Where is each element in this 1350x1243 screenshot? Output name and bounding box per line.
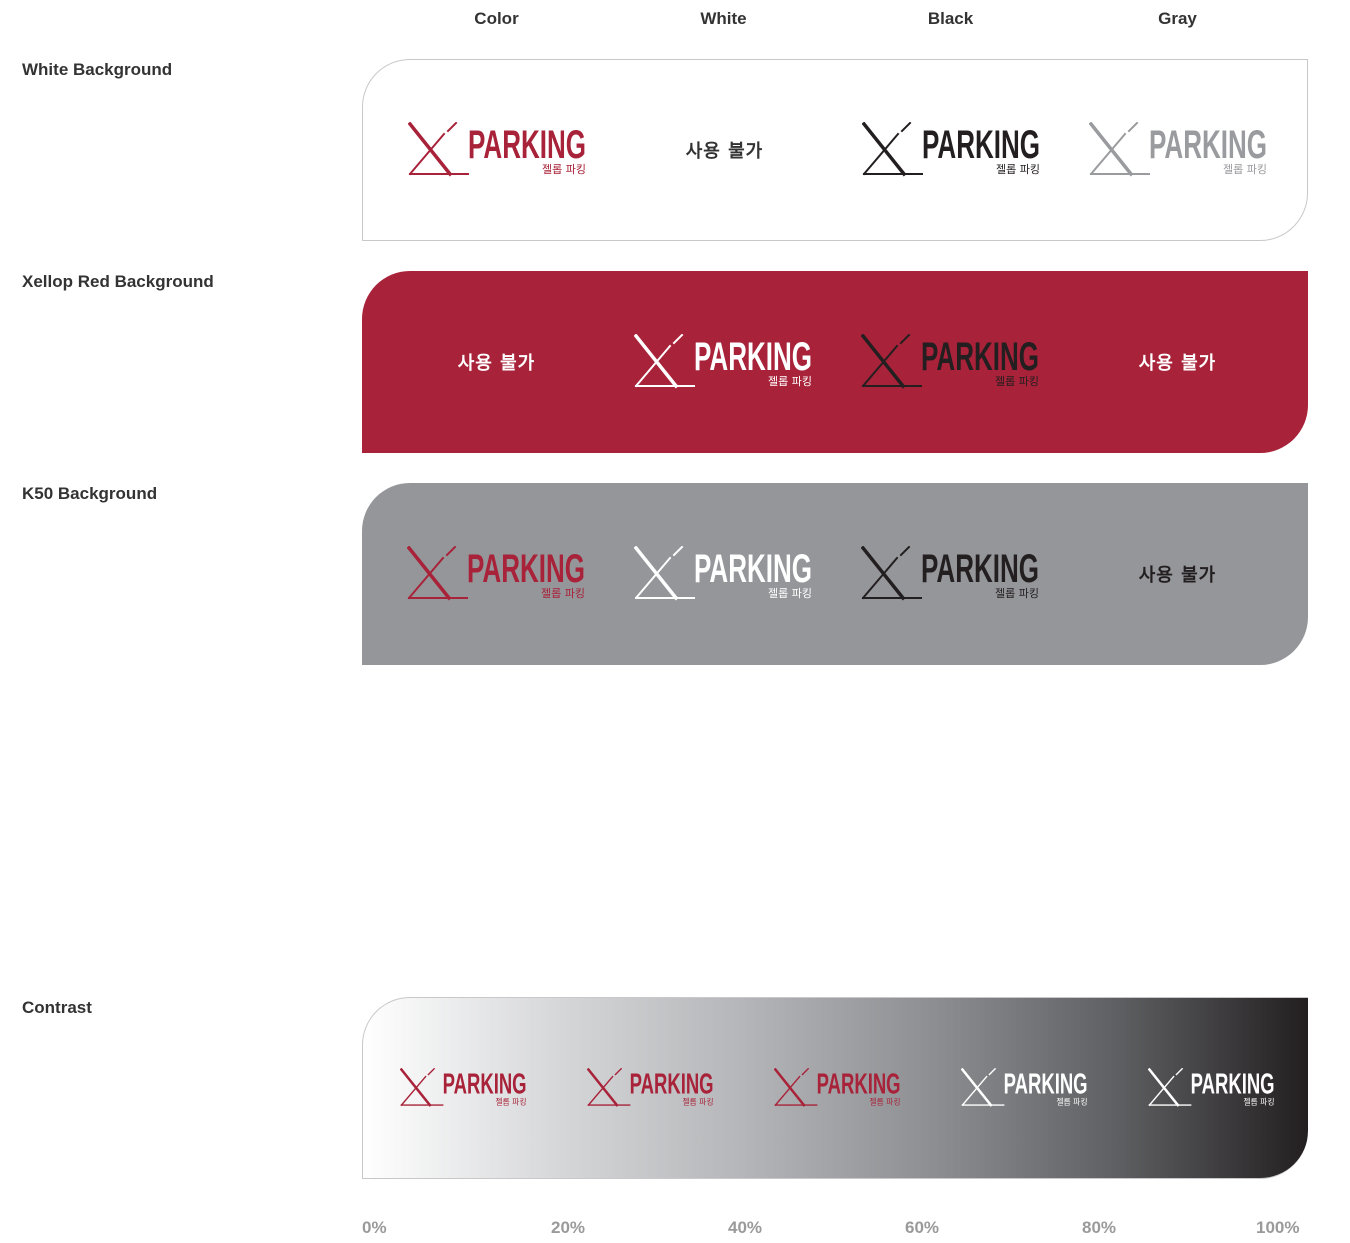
contrast-tick-80: 80%	[1082, 1218, 1117, 1237]
xparking-logo-icon: PARKING젤롭 파킹	[860, 334, 1039, 389]
logo-korean-subtitle: 젤롭 파킹	[1056, 1096, 1087, 1106]
logo-korean-subtitle: 젤롭 파킹	[869, 1096, 900, 1106]
logo-cell-white: PARKING 젤롭 파킹	[610, 483, 837, 665]
not-available-label: 사용 불가	[457, 353, 536, 374]
logo-korean-subtitle: 젤롭 파킹	[995, 587, 1039, 600]
column-header-white: White	[700, 9, 747, 28]
xparking-logo-icon: PARKING젤롭 파킹	[633, 334, 812, 389]
row-label-white-background: White Background	[22, 60, 173, 79]
logo-cell-white: 사용 불가	[611, 60, 838, 240]
xparking-logo-icon: PARKING젤롭 파킹	[860, 546, 1039, 601]
logo-wordmark: PARKING	[1149, 123, 1267, 167]
xparking-logo-icon: PARKING젤롭 파킹	[407, 122, 586, 177]
row-label-k50-background: K50 Background	[22, 484, 158, 503]
contrast-logo-cell: PARKING 젤롭 파킹	[399, 998, 529, 1178]
logo-cell-black: PARKING 젤롭 파킹	[837, 271, 1064, 453]
panel-white-background: PARKING 젤롭 파킹 사용 불가 PARKING 젤롭 파킹 PARKING 젤롭 파…	[362, 59, 1308, 241]
logo-wordmark: PARKING	[694, 335, 812, 379]
contrast-tick-40: 40%	[728, 1218, 763, 1237]
logo-korean-subtitle: 젤롭 파킹	[768, 587, 812, 600]
contrast-tick-0: 0%	[362, 1218, 387, 1237]
logo-wordmark: PARKING	[443, 1069, 527, 1101]
logo-cell-color: PARKING 젤롭 파킹	[384, 60, 611, 240]
logo-wordmark: PARKING	[1191, 1069, 1275, 1101]
logo-wordmark: PARKING	[630, 1069, 714, 1101]
logo-wordmark: PARKING	[1004, 1069, 1088, 1101]
xparking-logo-icon: PARKING젤롭 파킹	[1148, 1068, 1275, 1107]
contrast-logo-cell: PARKING 젤롭 파킹	[586, 998, 716, 1178]
logo-wordmark: PARKING	[921, 547, 1039, 591]
logo-cell-gray: 사용 불가	[1064, 483, 1291, 665]
logo-cell-white: PARKING 젤롭 파킹	[610, 271, 837, 453]
logo-cell-gray: 사용 불가	[1064, 271, 1291, 453]
xparking-logo-icon: PARKING젤롭 파킹	[861, 122, 1040, 177]
logo-korean-subtitle: 젤롭 파킹	[542, 163, 586, 176]
logo-cell-black: PARKING 젤롭 파킹	[838, 60, 1065, 240]
logo-korean-subtitle: 젤롭 파킹	[995, 375, 1039, 388]
row-label-contrast: Contrast	[22, 998, 92, 1017]
logo-cell-gray: PARKING 젤롭 파킹	[1065, 60, 1292, 240]
contrast-tick-100: 100%	[1256, 1218, 1300, 1237]
logo-korean-subtitle: 젤롭 파킹	[1243, 1096, 1274, 1106]
not-available-label: 사용 불가	[1138, 565, 1217, 586]
logo-wordmark: PARKING	[922, 123, 1040, 167]
xparking-logo-icon: PARKING젤롭 파킹	[774, 1068, 901, 1107]
xparking-logo-icon: PARKING젤롭 파킹	[633, 546, 812, 601]
logo-korean-subtitle: 젤롭 파킹	[1223, 163, 1267, 176]
panel-contrast-gradient: PARKING 젤롭 파킹 PARKING 젤롭 파킹 PARKING 젤롭 파킹 PARK…	[362, 997, 1308, 1179]
xparking-logo-icon: PARKING젤롭 파킹	[406, 546, 585, 601]
contrast-logo-cell: PARKING 젤롭 파킹	[1147, 998, 1277, 1178]
column-header-gray: Gray	[1158, 9, 1197, 28]
logo-wordmark: PARKING	[467, 547, 585, 591]
row-label-red-background: Xellop Red Background	[22, 272, 214, 291]
panel-k50-background: PARKING 젤롭 파킹 PARKING 젤롭 파킹 PARKING 젤롭 파킹 사용 불…	[362, 483, 1308, 665]
logo-korean-subtitle: 젤롭 파킹	[996, 163, 1040, 176]
xparking-logo-icon: PARKING젤롭 파킹	[1088, 122, 1267, 177]
logo-korean-subtitle: 젤롭 파킹	[495, 1096, 526, 1106]
column-header-color: Color	[474, 9, 519, 28]
logo-cell-black: PARKING 젤롭 파킹	[837, 483, 1064, 665]
not-available-label: 사용 불가	[685, 141, 764, 162]
contrast-tick-60: 60%	[905, 1218, 940, 1237]
contrast-logo-cell: PARKING 젤롭 파킹	[960, 998, 1090, 1178]
logo-wordmark: PARKING	[817, 1069, 901, 1101]
logo-wordmark: PARKING	[921, 335, 1039, 379]
column-header-black: Black	[927, 9, 974, 28]
xparking-logo-icon: PARKING젤롭 파킹	[961, 1068, 1088, 1107]
contrast-logo-cell: PARKING 젤롭 파킹	[773, 998, 903, 1178]
xparking-logo-icon: PARKING젤롭 파킹	[400, 1068, 527, 1107]
logo-wordmark: PARKING	[694, 547, 812, 591]
not-available-label: 사용 불가	[1138, 353, 1217, 374]
logo-cell-color: PARKING 젤롭 파킹	[383, 483, 610, 665]
contrast-tick-20: 20%	[551, 1218, 586, 1237]
logo-cell-color: 사용 불가	[383, 271, 610, 453]
logo-korean-subtitle: 젤롭 파킹	[768, 375, 812, 388]
logo-korean-subtitle: 젤롭 파킹	[541, 587, 585, 600]
logo-korean-subtitle: 젤롭 파킹	[682, 1096, 713, 1106]
logo-wordmark: PARKING	[468, 123, 586, 167]
xparking-logo-icon: PARKING젤롭 파킹	[587, 1068, 714, 1107]
panel-red-background: 사용 불가 PARKING 젤롭 파킹 PARKING 젤롭 파킹 사용 불가	[362, 271, 1308, 453]
